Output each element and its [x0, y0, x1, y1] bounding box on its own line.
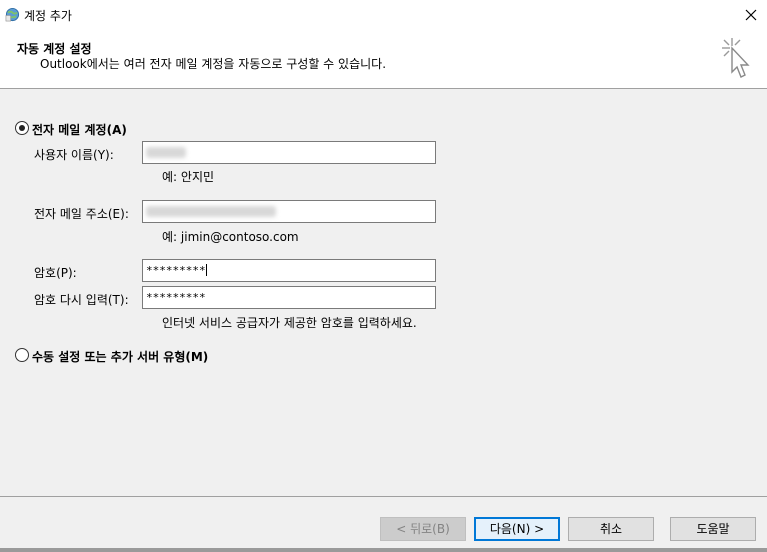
password-input[interactable]: ********* [142, 259, 436, 282]
auto-account-label: 전자 메일 계정(A) [32, 123, 127, 137]
password-confirm-input[interactable]: ********* [142, 286, 436, 309]
text-caret [205, 264, 207, 276]
page-subtitle: Outlook에서는 여러 전자 메일 계정을 자동으로 구성할 수 있습니다. [40, 57, 387, 71]
manual-setup-radio[interactable] [15, 348, 29, 362]
title-bar: 계정 추가 [0, 0, 767, 30]
footer-divider [0, 496, 767, 497]
name-hint: 예: 안지민 [162, 170, 215, 184]
manual-setup-label: 수동 설정 또는 추가 서버 유형(M) [32, 350, 209, 364]
name-input[interactable] [142, 141, 436, 164]
cancel-button[interactable]: 취소 [568, 517, 654, 541]
next-button[interactable]: 다음(N) > [474, 517, 560, 541]
taskbar-edge [0, 548, 767, 552]
auto-account-radio[interactable] [15, 121, 29, 135]
password-confirm-label: 암호 다시 입력(T): [34, 293, 129, 307]
name-label: 사용자 이름(Y): [34, 148, 114, 162]
close-icon[interactable] [739, 3, 763, 27]
outlook-globe-icon [5, 7, 20, 22]
back-button[interactable]: < 뒤로(B) [380, 517, 466, 541]
redacted-email [146, 206, 276, 217]
password-value: ********* [146, 264, 206, 277]
email-hint: 예: jimin@contoso.com [162, 230, 299, 244]
cursor-click-icon [722, 38, 750, 78]
redacted-name [146, 147, 186, 158]
password-hint: 인터넷 서비스 공급자가 제공한 암호를 입력하세요. [162, 316, 417, 330]
password-confirm-value: ********* [146, 291, 206, 304]
password-label: 암호(P): [34, 266, 77, 280]
wizard-header: 자동 계정 설정 Outlook에서는 여러 전자 메일 계정을 자동으로 구성… [0, 30, 767, 89]
window-title: 계정 추가 [24, 9, 72, 23]
email-label: 전자 메일 주소(E): [34, 207, 129, 221]
help-button[interactable]: 도움말 [670, 517, 756, 541]
email-input[interactable] [142, 200, 436, 223]
